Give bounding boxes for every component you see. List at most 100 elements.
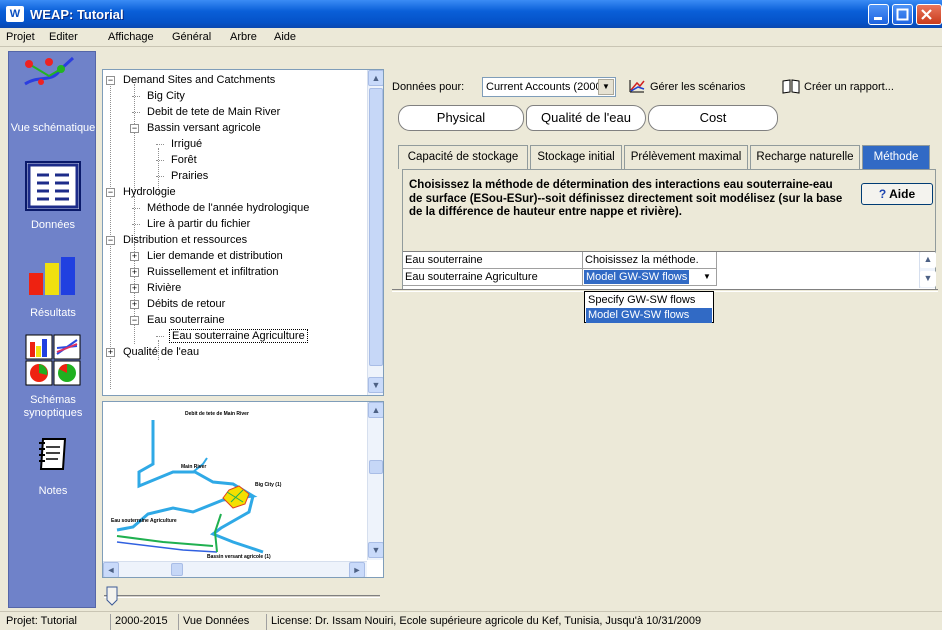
expand-icon[interactable]: + bbox=[130, 284, 139, 293]
view-notes-button[interactable]: Notes bbox=[9, 427, 97, 507]
grid-header-groundwater: Eau souterraine bbox=[403, 252, 583, 269]
grid-scroll-up-icon[interactable]: ▲ bbox=[920, 252, 936, 268]
data-tree[interactable]: −Demand Sites and CatchmentsBig CityDebi… bbox=[102, 69, 384, 396]
tree-item[interactable]: −Hydrologie bbox=[121, 184, 178, 200]
tree-item[interactable]: Lire à partir du fichier bbox=[145, 216, 252, 232]
slider-thumb[interactable] bbox=[106, 586, 118, 606]
tree-scroll-thumb[interactable] bbox=[369, 88, 383, 366]
tree-item-label: Forêt bbox=[169, 154, 199, 166]
status-bar: Projet: Tutorial 2000-2015 Vue Données L… bbox=[0, 611, 942, 630]
expand-icon[interactable]: + bbox=[130, 252, 139, 261]
tab-method[interactable]: Méthode bbox=[862, 145, 930, 169]
tree-item[interactable]: Eau souterraine Agriculture bbox=[169, 328, 308, 344]
menu-editer[interactable]: Editer bbox=[49, 31, 78, 43]
minimize-button[interactable] bbox=[868, 4, 889, 25]
tree-item[interactable]: +Qualité de l'eau bbox=[121, 344, 201, 360]
map-scroll-left-icon[interactable]: ◄ bbox=[103, 562, 119, 578]
view-data-button[interactable]: Données bbox=[9, 157, 97, 237]
tree-item[interactable]: +Rivière bbox=[145, 280, 183, 296]
tree-item-label: Eau souterraine Agriculture bbox=[169, 329, 308, 343]
scroll-down-icon[interactable]: ▼ bbox=[368, 377, 384, 393]
menu-arbre[interactable]: Arbre bbox=[230, 31, 257, 43]
tree-item[interactable]: Debit de tete de Main River bbox=[145, 104, 282, 120]
menu-affichage[interactable]: Affichage bbox=[108, 31, 154, 43]
tab-physical[interactable]: Physical bbox=[398, 105, 524, 131]
tab-initial-storage[interactable]: Stockage initial bbox=[530, 145, 622, 169]
tree-item[interactable]: +Lier demande et distribution bbox=[145, 248, 285, 264]
collapse-icon[interactable]: − bbox=[106, 76, 115, 85]
tree-item-label: Distribution et ressources bbox=[121, 234, 249, 246]
tree-item[interactable]: Irrigué bbox=[169, 136, 204, 152]
map-label-main-river: Main River bbox=[181, 464, 206, 470]
expand-icon[interactable]: + bbox=[106, 348, 115, 357]
view-overviews-button[interactable]: Schémas synoptiques bbox=[9, 322, 97, 427]
tab-storage-capacity[interactable]: Capacité de stockage bbox=[398, 145, 528, 169]
maximize-button[interactable] bbox=[892, 4, 913, 25]
map-label-groundwater: Eau souterraine Agriculture bbox=[111, 518, 177, 524]
method-dropdown-list[interactable]: Specify GW-SW flows Model GW-SW flows bbox=[584, 291, 714, 323]
chevron-down-icon[interactable]: ▼ bbox=[598, 79, 614, 95]
method-option-specify[interactable]: Specify GW-SW flows bbox=[586, 293, 712, 308]
map-scroll-up-icon[interactable]: ▲ bbox=[368, 402, 384, 418]
view-results-button[interactable]: Résultats bbox=[9, 237, 97, 322]
chevron-down-icon[interactable]: ▼ bbox=[700, 270, 714, 284]
create-report-link[interactable]: Créer un rapport... bbox=[804, 81, 894, 93]
collapse-icon[interactable]: − bbox=[106, 188, 115, 197]
tree-item[interactable]: +Ruissellement et infiltration bbox=[145, 264, 280, 280]
tree-item[interactable]: Prairies bbox=[169, 168, 210, 184]
menu-aide[interactable]: Aide bbox=[274, 31, 296, 43]
tree-item[interactable]: Forêt bbox=[169, 152, 199, 168]
menu-projet[interactable]: Projet bbox=[6, 31, 35, 43]
method-option-model[interactable]: Model GW-SW flows bbox=[586, 308, 712, 323]
tree-item[interactable]: Méthode de l'année hydrologique bbox=[145, 200, 311, 216]
weap-window: W WEAP: Tutorial Projet Editer Affichage… bbox=[0, 0, 942, 630]
tree-item[interactable]: −Distribution et ressources bbox=[121, 232, 249, 248]
map-scroll-right-icon[interactable]: ► bbox=[349, 562, 365, 578]
method-select-value: Model GW-SW flows bbox=[584, 270, 689, 284]
tree-item[interactable]: −Bassin versant agricole bbox=[145, 120, 263, 136]
scenario-select[interactable]: Current Accounts (2000) ▼ bbox=[482, 77, 616, 97]
grid-scrollbar[interactable]: ▲ ▼ bbox=[919, 252, 935, 288]
schematic-map[interactable]: Debit de tete de Main River Main River B… bbox=[102, 401, 384, 578]
tree-item[interactable]: +Débits de retour bbox=[145, 296, 227, 312]
grid-scroll-down-icon[interactable]: ▼ bbox=[920, 271, 936, 287]
map-horizontal-scrollbar[interactable]: ◄ ► bbox=[103, 561, 367, 577]
view-schematic-button[interactable]: Vue schématique bbox=[9, 52, 97, 157]
tree-scrollbar[interactable]: ▲ ▼ bbox=[367, 70, 383, 395]
tree-item[interactable]: −Eau souterraine bbox=[145, 312, 227, 328]
map-label-big-city: Big City (1) bbox=[255, 482, 281, 488]
scroll-up-icon[interactable]: ▲ bbox=[368, 70, 384, 86]
expand-icon[interactable]: + bbox=[130, 300, 139, 309]
data-for-label: Données pour: bbox=[392, 81, 464, 93]
collapse-icon[interactable]: − bbox=[130, 124, 139, 133]
scenario-value: Current Accounts (2000) bbox=[486, 81, 605, 93]
map-vscroll-thumb[interactable] bbox=[369, 460, 383, 474]
close-button[interactable] bbox=[916, 4, 942, 25]
tree-item[interactable]: Big City bbox=[145, 88, 187, 104]
collapse-icon[interactable]: − bbox=[106, 236, 115, 245]
map-scroll-down-icon[interactable]: ▼ bbox=[368, 542, 384, 558]
menu-general[interactable]: Général bbox=[172, 31, 211, 43]
map-vertical-scrollbar[interactable]: ▲ ▼ bbox=[367, 402, 383, 560]
tab-maximum-withdrawal[interactable]: Prélèvement maximal bbox=[624, 145, 748, 169]
status-project: Projet: Tutorial bbox=[2, 614, 106, 630]
map-hscroll-thumb[interactable] bbox=[171, 563, 183, 576]
help-button-label: Aide bbox=[889, 187, 915, 201]
tree-item-label: Bassin versant agricole bbox=[145, 122, 263, 134]
year-slider[interactable] bbox=[102, 584, 384, 608]
tab-natural-recharge[interactable]: Recharge naturelle bbox=[750, 145, 860, 169]
collapse-icon[interactable]: − bbox=[130, 316, 139, 325]
results-chart-icon bbox=[25, 255, 81, 295]
river-map-drawing bbox=[103, 402, 367, 562]
tab-cost[interactable]: Cost bbox=[648, 105, 778, 131]
tab-water-quality[interactable]: Qualité de l'eau bbox=[526, 105, 646, 131]
view-schematic-label: Vue schématique bbox=[9, 122, 97, 135]
expand-icon[interactable]: + bbox=[130, 268, 139, 277]
method-select[interactable]: Model GW-SW flows ▼ bbox=[583, 269, 717, 286]
help-button[interactable]: ? Aide bbox=[861, 183, 933, 205]
view-bar: Vue schématique Données Résultats Sché bbox=[8, 51, 96, 608]
status-view: Vue Données bbox=[178, 614, 262, 630]
manage-scenarios-link[interactable]: Gérer les scénarios bbox=[650, 81, 745, 93]
tree-item-label: Méthode de l'année hydrologique bbox=[145, 202, 311, 214]
tree-item[interactable]: −Demand Sites and Catchments bbox=[121, 72, 277, 88]
